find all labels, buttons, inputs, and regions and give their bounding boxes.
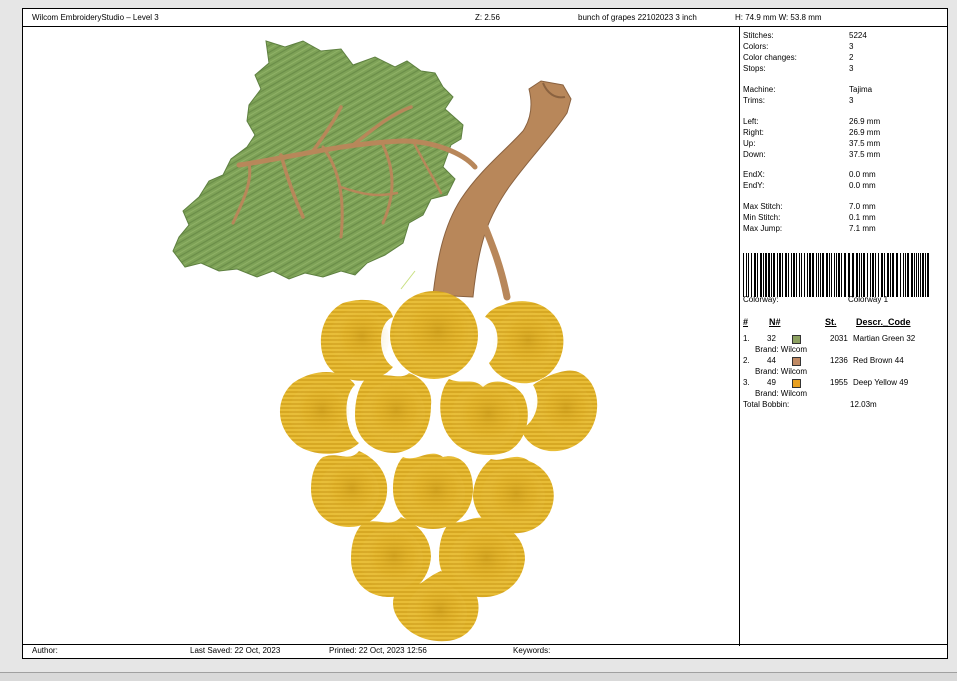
stat-min-stitch: Min Stitch: 0.1 mm [743, 213, 876, 222]
window-bottom-strip [0, 672, 957, 681]
printed-date: Printed: 22 Oct, 2023 12:56 [329, 646, 427, 655]
stat-right: Right: 26.9 mm [743, 128, 881, 137]
stat-trims: Trims: 3 [743, 96, 854, 105]
stat-endx: EndX: 0.0 mm [743, 170, 876, 179]
author-label: Author: [32, 646, 58, 655]
col-header-descr: Descr._Code [856, 317, 911, 327]
design-size: H: 74.9 mm W: 53.8 mm [735, 13, 822, 22]
last-saved: Last Saved: 22 Oct, 2023 [190, 646, 281, 655]
zoom-level: Z: 2.56 [475, 13, 500, 22]
colorway-label: Colorway: [743, 295, 779, 304]
barcode [743, 253, 929, 297]
col-header-index: # [743, 317, 749, 327]
color-swatch-red-brown [792, 357, 801, 366]
stat-stitches: Stitches: 5224 [743, 31, 867, 40]
total-bobbin-row: Total Bobbin: 12.03m [743, 400, 877, 409]
stat-colors: Colors: 3 [743, 42, 854, 51]
brand-label: Brand: Wilcom [755, 345, 808, 354]
brand-label: Brand: Wilcom [755, 367, 808, 376]
col-header-needle: N# [769, 317, 781, 327]
print-preview-sheet: Wilcom EmbroideryStudio – Level 3 Z: 2.5… [22, 8, 948, 659]
keywords-label: Keywords: [513, 646, 551, 655]
grapes-embroidery-image [172, 40, 598, 643]
col-header-stitches: St. [825, 317, 837, 327]
leaf-shape [172, 40, 464, 280]
color-row: 3. 49 1955 Deep Yellow 49 [743, 378, 909, 388]
color-row: 1. 32 2031 Martian Green 32 [743, 334, 916, 344]
design-info-panel: Stitches: 5224 Colors: 3 Color changes: 2 S… [739, 27, 947, 646]
app-title: Wilcom EmbroideryStudio – Level 3 [32, 13, 159, 22]
color-swatch-yellow [792, 379, 801, 388]
stat-stops: Stops: 3 [743, 64, 854, 73]
color-row: 2. 44 1236 Red Brown 44 [743, 356, 904, 366]
stat-up: Up: 37.5 mm [743, 139, 881, 148]
stat-down: Down: 37.5 mm [743, 150, 881, 159]
footer-row: Author: Last Saved: 22 Oct, 2023 Printed… [23, 644, 947, 658]
header-row: Wilcom EmbroideryStudio – Level 3 Z: 2.5… [23, 9, 947, 27]
stat-max-stitch: Max Stitch: 7.0 mm [743, 202, 876, 211]
stat-max-jump: Max Jump: 7.1 mm [743, 224, 876, 233]
stat-machine: Machine: Tajima [743, 85, 873, 94]
stat-endy: EndY: 0.0 mm [743, 181, 876, 190]
design-name: bunch of grapes 22102023 3 inch [578, 13, 697, 22]
color-swatch-green [792, 335, 801, 344]
stat-left: Left: 26.9 mm [743, 117, 881, 126]
stat-color-changes: Color changes: 2 [743, 53, 854, 62]
colorway-value: Colorway 1 [848, 295, 889, 304]
brand-label: Brand: Wilcom [755, 389, 808, 398]
design-canvas[interactable] [23, 27, 739, 646]
